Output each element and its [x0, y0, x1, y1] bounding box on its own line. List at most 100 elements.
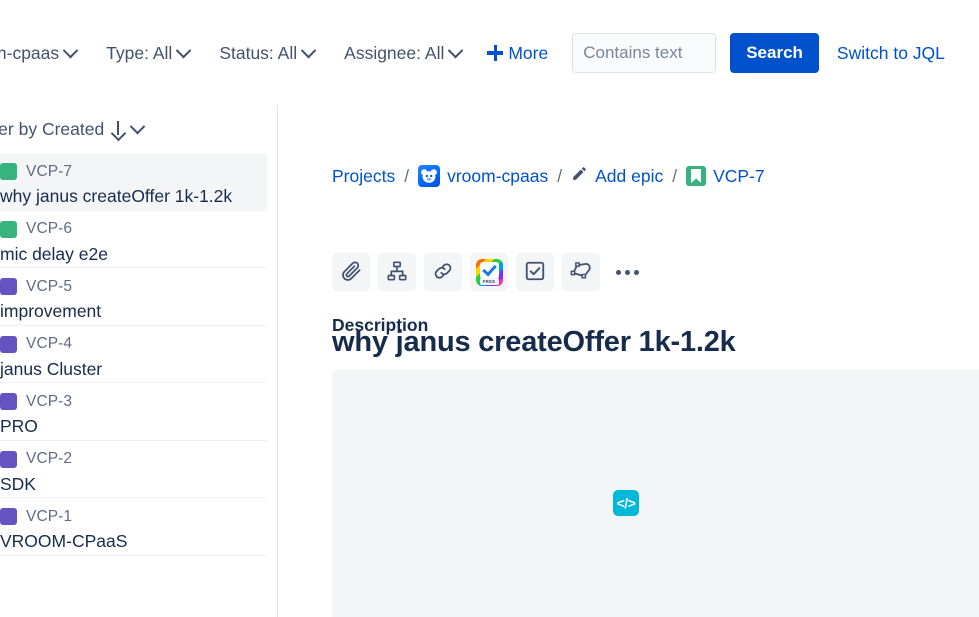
issue-type-icon: [0, 450, 17, 468]
issue-key-row: VCP-2: [0, 449, 267, 470]
search-button[interactable]: Search: [730, 33, 819, 73]
issue-card-inner: VCP-1 VROOM-CPaaS: [0, 506, 267, 551]
issue-list-panel: Order by Created VCP-7 why janus createOf…: [0, 105, 277, 617]
issue-summary: SDK: [0, 473, 36, 494]
story-bookmark-icon: [686, 166, 707, 186]
issue-key: VCP-1: [26, 507, 73, 525]
filter-controls: vroom-cpaas Type: All Status: All Assign…: [0, 33, 945, 73]
chevron-down-icon: [176, 42, 192, 58]
issue-key: VCP-5: [26, 277, 73, 295]
order-by-row: Order by Created: [0, 105, 277, 153]
link-issue-icon-button[interactable]: [424, 253, 462, 291]
breadcrumb-project-link[interactable]: vroom-cpaas: [447, 166, 548, 187]
project-filter-label: vroom-cpaas: [0, 42, 60, 63]
issue-card-inner: VCP-6 mic delay e2e: [0, 219, 267, 264]
issue-key-row: VCP-5: [0, 276, 267, 297]
issue-card-inner: VCP-4 janus Cluster: [0, 334, 267, 379]
paperclip-icon: [340, 260, 362, 285]
add-app-icon-button[interactable]: FREE: [470, 253, 508, 291]
issue-card-inner: VCP-3 PRO: [0, 391, 267, 436]
jira-issue-navigator: vroom-cpaas Type: All Status: All Assign…: [0, 0, 979, 617]
issue-card-vcp-6[interactable]: VCP-6 mic delay e2e: [0, 211, 267, 268]
issue-type-icon: [0, 335, 17, 353]
issue-summary: PRO: [0, 416, 38, 436]
child-issue-icon: [386, 260, 408, 285]
issue-key-row: VCP-6: [0, 219, 267, 240]
status-filter-label: Status: All: [219, 42, 298, 63]
more-filters-label: More: [508, 42, 549, 63]
issue-key: VCP-6: [26, 220, 73, 237]
pencil-icon: [571, 165, 588, 187]
breadcrumb-separator: /: [672, 165, 678, 186]
breadcrumb-project[interactable]: vroom-cpaas: [418, 165, 548, 187]
more-options-icon-button[interactable]: [608, 253, 646, 291]
create-subtask-icon-button[interactable]: [516, 253, 554, 291]
chevron-down-icon: [129, 118, 146, 134]
issue-card-inner: VCP-2 SDK: [0, 449, 267, 494]
issue-card-vcp-7[interactable]: VCP-7 why janus createOffer 1k-1.2k: [0, 153, 267, 211]
shape-icon: [570, 259, 593, 285]
issue-summary: VROOM-CPaaS: [0, 531, 128, 551]
issue-card-inner: VCP-5 improvement: [0, 276, 267, 321]
chevron-down-icon: [300, 42, 317, 58]
breadcrumb-separator: /: [404, 165, 410, 186]
breadcrumb-add-epic-link[interactable]: Add epic: [595, 166, 663, 187]
order-by-label: Order by Created: [0, 118, 105, 139]
issue-key-row: VCP-1: [0, 506, 267, 527]
issue-card-vcp-5[interactable]: VCP-5 improvement: [0, 268, 267, 326]
attach-icon-button[interactable]: [332, 253, 370, 291]
breadcrumb-add-epic[interactable]: Add epic: [571, 165, 663, 187]
description-editor[interactable]: </>: [332, 370, 979, 617]
type-filter-dropdown[interactable]: Type: All: [98, 37, 197, 69]
issue-card-vcp-1[interactable]: VCP-1 VROOM-CPaaS: [0, 498, 267, 556]
breadcrumb-separator: /: [557, 165, 563, 186]
issue-card-vcp-2[interactable]: VCP-2 SDK: [0, 441, 267, 498]
type-filter-label: Type: All: [106, 42, 173, 63]
issue-card-container: VCP-7 why janus createOffer 1k-1.2k VCP-6 m…: [0, 153, 277, 556]
issue-card-vcp-3[interactable]: VCP-3 PRO: [0, 383, 267, 441]
plus-icon: [487, 45, 504, 61]
search-input[interactable]: [572, 33, 717, 73]
chevron-down-icon: [448, 42, 464, 58]
chevron-down-icon: [62, 42, 79, 58]
app-icon: FREE: [475, 258, 503, 286]
project-filter-dropdown[interactable]: vroom-cpaas: [0, 37, 84, 69]
issue-type-icon: [0, 393, 17, 410]
issue-summary: janus Cluster: [0, 358, 103, 379]
issue-type-icon: [0, 508, 17, 525]
breadcrumb-issue-link[interactable]: VCP-7: [713, 166, 765, 187]
more-options-icon: [615, 269, 639, 275]
issue-key: VCP-7: [26, 162, 73, 180]
assignee-filter-label: Assignee: All: [344, 42, 445, 63]
link-icon: [432, 260, 454, 285]
order-by-dropdown[interactable]: Order by Created: [0, 113, 149, 145]
issue-type-icon: [0, 220, 17, 238]
issue-key-row: VCP-4: [0, 334, 267, 355]
code-icon: </>: [613, 490, 639, 516]
switch-to-jql-link[interactable]: Switch to JQL: [837, 43, 945, 64]
issue-summary: improvement: [0, 301, 102, 321]
breadcrumb: Projects / vroom-cpaas / Add epic / VCP-…: [332, 165, 765, 187]
filter-bar: vroom-cpaas Type: All Status: All Assign…: [0, 0, 979, 105]
project-avatar-icon: [418, 165, 441, 187]
description-label: Description: [332, 315, 429, 335]
child-issue-icon-button[interactable]: [378, 253, 416, 291]
issue-type-icon: [0, 163, 17, 180]
issue-summary: why janus createOffer 1k-1.2k: [0, 186, 233, 206]
app-free-badge: FREE: [479, 277, 499, 285]
issue-key: VCP-2: [26, 450, 73, 467]
issue-key: VCP-4: [26, 335, 73, 352]
issue-key-row: VCP-3: [0, 391, 267, 412]
breadcrumb-issue[interactable]: VCP-7: [686, 166, 765, 187]
add-shape-icon-button[interactable]: [562, 253, 600, 291]
issue-card-inner: VCP-7 why janus createOffer 1k-1.2k: [0, 161, 267, 206]
issue-card-vcp-4[interactable]: VCP-4 janus Cluster: [0, 326, 267, 383]
status-filter-dropdown[interactable]: Status: All: [211, 37, 322, 69]
issue-detail-pane: Projects / vroom-cpaas / Add epic / VCP-…: [278, 105, 979, 617]
more-filters-button[interactable]: More: [483, 37, 552, 69]
assignee-filter-dropdown[interactable]: Assignee: All: [336, 37, 469, 69]
issue-action-toolbar: FREE: [332, 253, 646, 291]
breadcrumb-projects-link[interactable]: Projects: [332, 166, 395, 187]
sort-descending-icon: [111, 120, 125, 138]
issue-key: VCP-3: [26, 392, 73, 410]
